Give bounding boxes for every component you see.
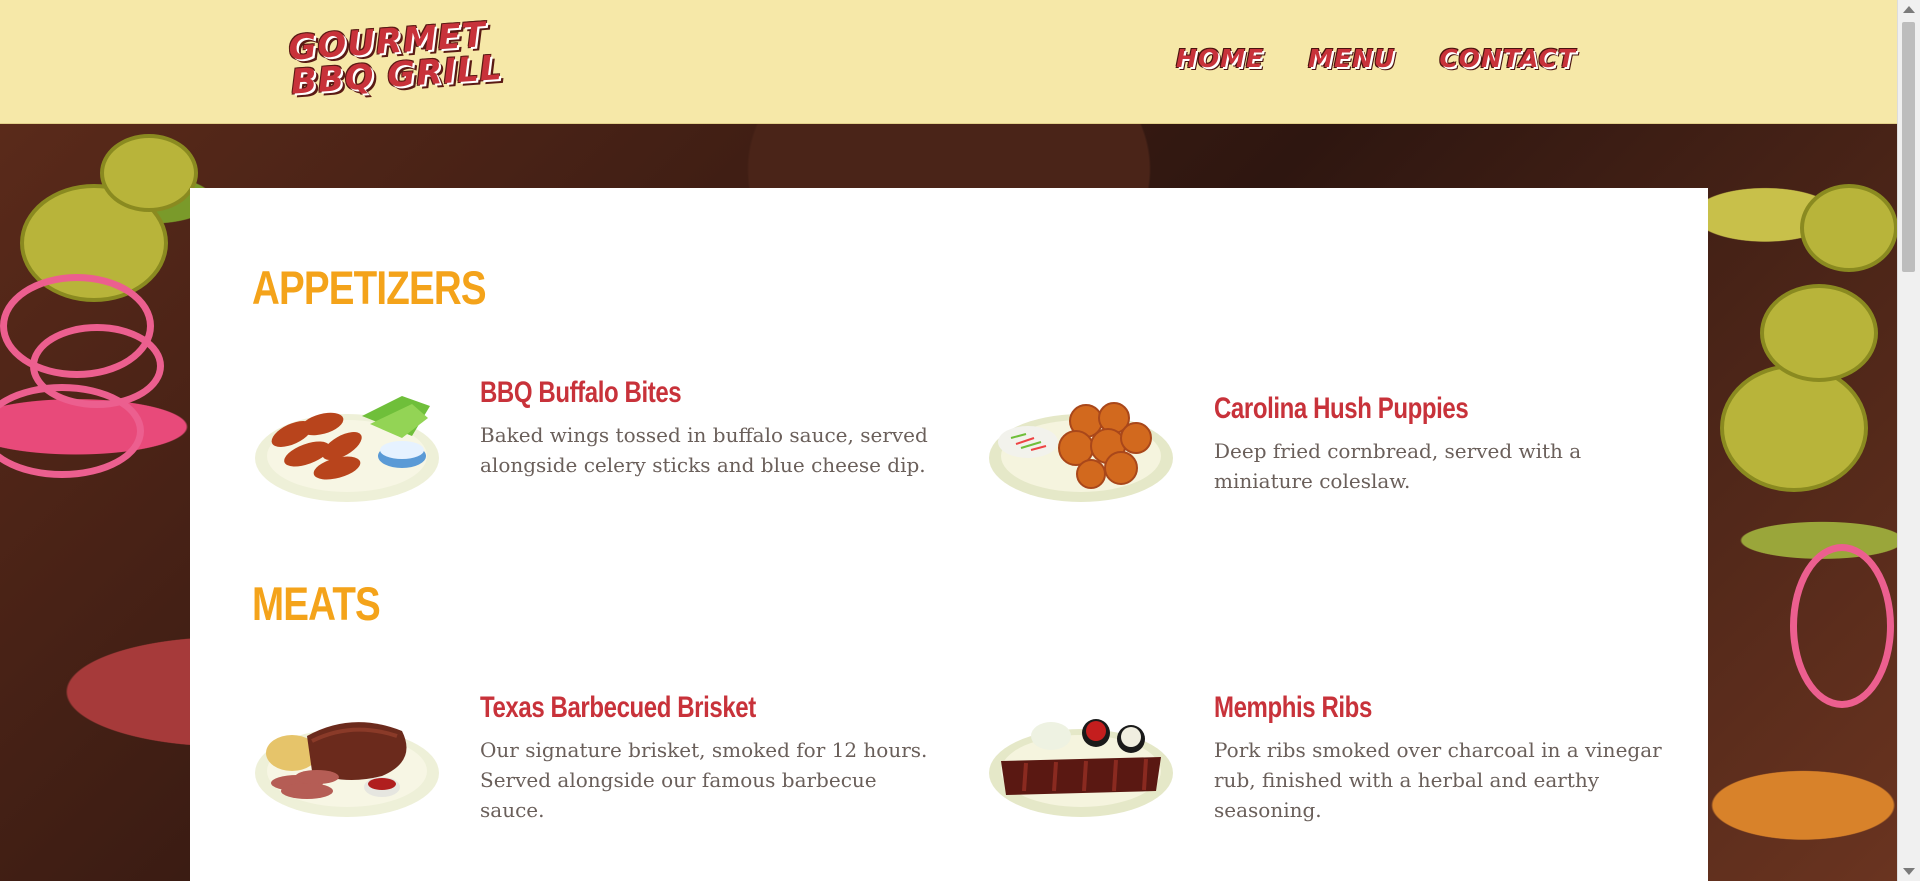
- main-nav: HOME MENU CONTACT: [1176, 44, 1576, 73]
- menu-item: Memphis Ribs Pork ribs smoked over charc…: [986, 691, 1676, 822]
- scroll-thumb[interactable]: [1902, 22, 1915, 272]
- hush-puppies-plate-icon: [989, 402, 1173, 502]
- menu-item-description: Pork ribs smoked over charcoal in a vine…: [1214, 738, 1662, 822]
- nav-contact-link[interactable]: CONTACT: [1439, 44, 1576, 73]
- site-logo[interactable]: GOURMET BBQ GRILL: [287, 15, 512, 111]
- menu-item-description: Deep fried cornbread, served with a mini…: [1214, 439, 1582, 493]
- site-header: GOURMET BBQ GRILL HOME MENU CONTACT: [0, 0, 1898, 124]
- menu-item-description: Baked wings tossed in buffalo sauce, ser…: [480, 423, 928, 477]
- menu-item: Carolina Hush Puppies Deep fried cornbre…: [986, 376, 1676, 506]
- menu-item-name: Texas Barbecued Brisket: [480, 691, 756, 724]
- menu-item-name: Memphis Ribs: [1214, 691, 1372, 724]
- scroll-up-arrow-icon[interactable]: [1903, 6, 1915, 13]
- brisket-plate-icon: [255, 722, 439, 817]
- section-title-appetizers: APPETIZERS: [252, 261, 487, 314]
- menu-item: Texas Barbecued Brisket Our signature br…: [252, 691, 942, 822]
- menu-item-description: Our signature brisket, smoked for 12 hou…: [480, 738, 928, 822]
- menu-panel: APPETIZERS BBQ Buffalo Bites Baked wings…: [190, 188, 1708, 881]
- buffalo-wings-plate-icon: [255, 396, 439, 502]
- section-title-meats: MEATS: [252, 577, 381, 630]
- scroll-down-arrow-icon[interactable]: [1903, 868, 1915, 875]
- menu-item-name: Carolina Hush Puppies: [1214, 392, 1469, 425]
- vertical-scrollbar[interactable]: [1897, 0, 1920, 881]
- ribs-plate-icon: [989, 719, 1173, 817]
- nav-menu-link[interactable]: MENU: [1308, 44, 1395, 73]
- menu-item: BBQ Buffalo Bites Baked wings tossed in …: [252, 376, 942, 506]
- menu-item-name: BBQ Buffalo Bites: [480, 376, 682, 409]
- nav-home-link[interactable]: HOME: [1176, 44, 1264, 73]
